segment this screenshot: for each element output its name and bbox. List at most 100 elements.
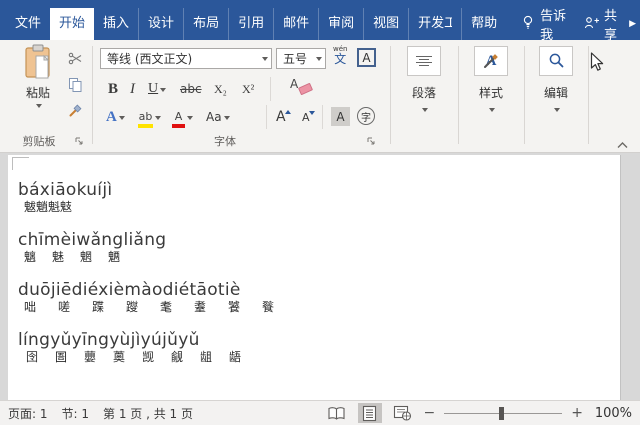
enclose-characters-button[interactable]: 字 bbox=[357, 107, 375, 125]
zoom-slider[interactable] bbox=[444, 406, 562, 420]
brush-icon bbox=[68, 103, 83, 121]
font-color-button[interactable]: A bbox=[170, 106, 195, 128]
button-divider bbox=[270, 77, 271, 101]
tab-developer[interactable]: 开发工具 bbox=[408, 8, 461, 40]
tab-view[interactable]: 视图 bbox=[363, 8, 408, 40]
grow-font-icon: A bbox=[276, 109, 286, 125]
font-dialog-launcher[interactable] bbox=[366, 135, 376, 149]
tell-me-label: 告诉我 bbox=[540, 5, 568, 43]
zoom-in-button[interactable]: + bbox=[571, 403, 583, 423]
print-layout-button[interactable] bbox=[358, 403, 382, 423]
zoom-level-button[interactable]: 100% bbox=[592, 406, 632, 421]
tab-label: 视图 bbox=[373, 16, 399, 31]
tab-label: 审阅 bbox=[328, 16, 354, 31]
ribbon-more-arrow[interactable]: ▶ bbox=[627, 8, 640, 40]
group-divider bbox=[390, 46, 391, 144]
status-page-number[interactable]: 页面: 1 bbox=[8, 405, 48, 422]
zoom-out-button[interactable]: − bbox=[424, 403, 436, 423]
read-mode-button[interactable] bbox=[325, 403, 349, 423]
combo-caret bbox=[262, 57, 268, 64]
tab-home[interactable]: 开始 bbox=[50, 8, 94, 40]
font-name-combo[interactable]: 等线 (西文正文) bbox=[100, 48, 272, 69]
clear-format-letter: A bbox=[290, 77, 298, 91]
lightbulb-icon bbox=[522, 15, 534, 34]
tab-file[interactable]: 文件 bbox=[6, 8, 50, 40]
document-content: báxiāokuíjì 魃魈魁鬾 chīmèiwǎngliǎng 魑魅魍魉 du… bbox=[8, 155, 620, 364]
paragraph-caret bbox=[422, 108, 428, 115]
tab-insert[interactable]: 插入 bbox=[94, 8, 138, 40]
tab-references[interactable]: 引用 bbox=[228, 8, 273, 40]
phonetic-guide-button[interactable]: wén 文 bbox=[333, 46, 347, 65]
collapse-ribbon-button[interactable] bbox=[616, 138, 629, 152]
hanzi-text: 魃魈魁鬾 bbox=[18, 200, 620, 214]
change-case-caret bbox=[224, 116, 230, 123]
group-divider bbox=[92, 46, 93, 144]
change-case-button[interactable]: Aa bbox=[204, 106, 232, 128]
ruby-line: chīmèiwǎngliǎng 魑魅魍魉 bbox=[18, 231, 620, 264]
pinyin-text: duōjiēdiéxièmàodiétāotiè bbox=[18, 281, 620, 300]
scissors-icon bbox=[68, 51, 83, 69]
font-size-combo[interactable]: 五号 bbox=[276, 48, 326, 69]
styles-caret bbox=[489, 108, 495, 115]
paste-button[interactable]: 粘贴 bbox=[12, 44, 64, 132]
clear-formatting-button[interactable]: A bbox=[290, 77, 316, 99]
character-border-button[interactable]: A bbox=[357, 48, 376, 67]
eraser-icon bbox=[298, 83, 313, 96]
text-effects-caret bbox=[119, 116, 125, 123]
share-label: 共享 bbox=[604, 5, 621, 43]
text-effects-letter: A bbox=[106, 109, 117, 126]
group-divider bbox=[588, 46, 589, 144]
hanzi-text: 咄嗟蹀躞耄耋饕餮 bbox=[18, 300, 620, 314]
tab-help[interactable]: 帮助 bbox=[461, 8, 506, 40]
hanzi-text: 囹圄蘡薁觊觎龃龉 bbox=[18, 350, 620, 364]
bold-button[interactable]: B bbox=[106, 78, 120, 100]
tab-mailings[interactable]: 邮件 bbox=[273, 8, 318, 40]
person-plus-icon bbox=[584, 16, 600, 33]
status-section[interactable]: 节: 1 bbox=[62, 405, 90, 422]
char-border-letter: A bbox=[362, 51, 370, 65]
underline-caret bbox=[160, 88, 166, 95]
ribbon: 粘贴 剪贴板 等线 (西文正文) 五号 bbox=[0, 40, 640, 153]
underline-button[interactable]: U bbox=[146, 78, 168, 100]
font-name-value: 等线 (西文正文) bbox=[107, 50, 259, 67]
grow-font-button[interactable]: A bbox=[274, 106, 288, 128]
shrink-font-button[interactable]: A bbox=[300, 106, 312, 128]
strikethrough-button[interactable]: abc bbox=[178, 78, 204, 100]
margin-crop-mark bbox=[12, 157, 29, 170]
subscript-button[interactable]: X₂ bbox=[212, 78, 229, 100]
paragraph-group-button[interactable]: 段落 bbox=[392, 46, 456, 115]
button-divider bbox=[322, 105, 323, 129]
superscript-button[interactable]: X² bbox=[240, 78, 256, 100]
highlight-color-button[interactable]: ab bbox=[136, 106, 163, 128]
character-shading-button[interactable]: A bbox=[331, 107, 350, 126]
cut-button[interactable] bbox=[64, 49, 86, 71]
web-layout-button[interactable] bbox=[391, 403, 415, 423]
tab-label: 引用 bbox=[238, 16, 264, 31]
button-divider bbox=[266, 105, 267, 129]
tab-label: 插入 bbox=[103, 16, 129, 31]
share-button[interactable]: 共享 bbox=[578, 8, 627, 40]
letter-a-brush-icon: A bbox=[474, 46, 508, 76]
highlight-icon: ab bbox=[138, 106, 153, 128]
document-page[interactable]: báxiāokuíjì 魃魈魁鬾 chīmèiwǎngliǎng 魑魅魍魉 du… bbox=[8, 155, 620, 400]
clipboard-dialog-launcher[interactable] bbox=[74, 135, 84, 149]
pinyin-text: báxiāokuíjì bbox=[18, 181, 620, 200]
italic-button[interactable]: I bbox=[128, 78, 137, 100]
tab-review[interactable]: 审阅 bbox=[318, 8, 363, 40]
styles-group-button[interactable]: A 样式 bbox=[460, 46, 522, 115]
editing-group-button[interactable]: 编辑 bbox=[526, 46, 586, 115]
tell-me-button[interactable]: 告诉我 bbox=[512, 8, 578, 40]
tab-design[interactable]: 设计 bbox=[138, 8, 183, 40]
tab-label: 开发工具 bbox=[418, 8, 452, 40]
format-painter-button[interactable] bbox=[64, 101, 86, 123]
zoom-slider-handle[interactable] bbox=[499, 407, 504, 420]
tab-layout[interactable]: 布局 bbox=[183, 8, 228, 40]
copy-button[interactable] bbox=[64, 75, 86, 97]
word-window: 文件 开始 插入 设计 布局 引用 邮件 审阅 视图 开发工具 帮助 告诉我 共… bbox=[0, 0, 640, 425]
styles-group-label: 样式 bbox=[479, 84, 503, 101]
text-effects-button[interactable]: A bbox=[104, 106, 127, 128]
font-size-value: 五号 bbox=[283, 50, 313, 67]
tab-label: 文件 bbox=[15, 16, 41, 31]
status-page-of[interactable]: 第 1 页 , 共 1 页 bbox=[103, 405, 193, 422]
shrink-font-icon: A bbox=[302, 111, 310, 124]
